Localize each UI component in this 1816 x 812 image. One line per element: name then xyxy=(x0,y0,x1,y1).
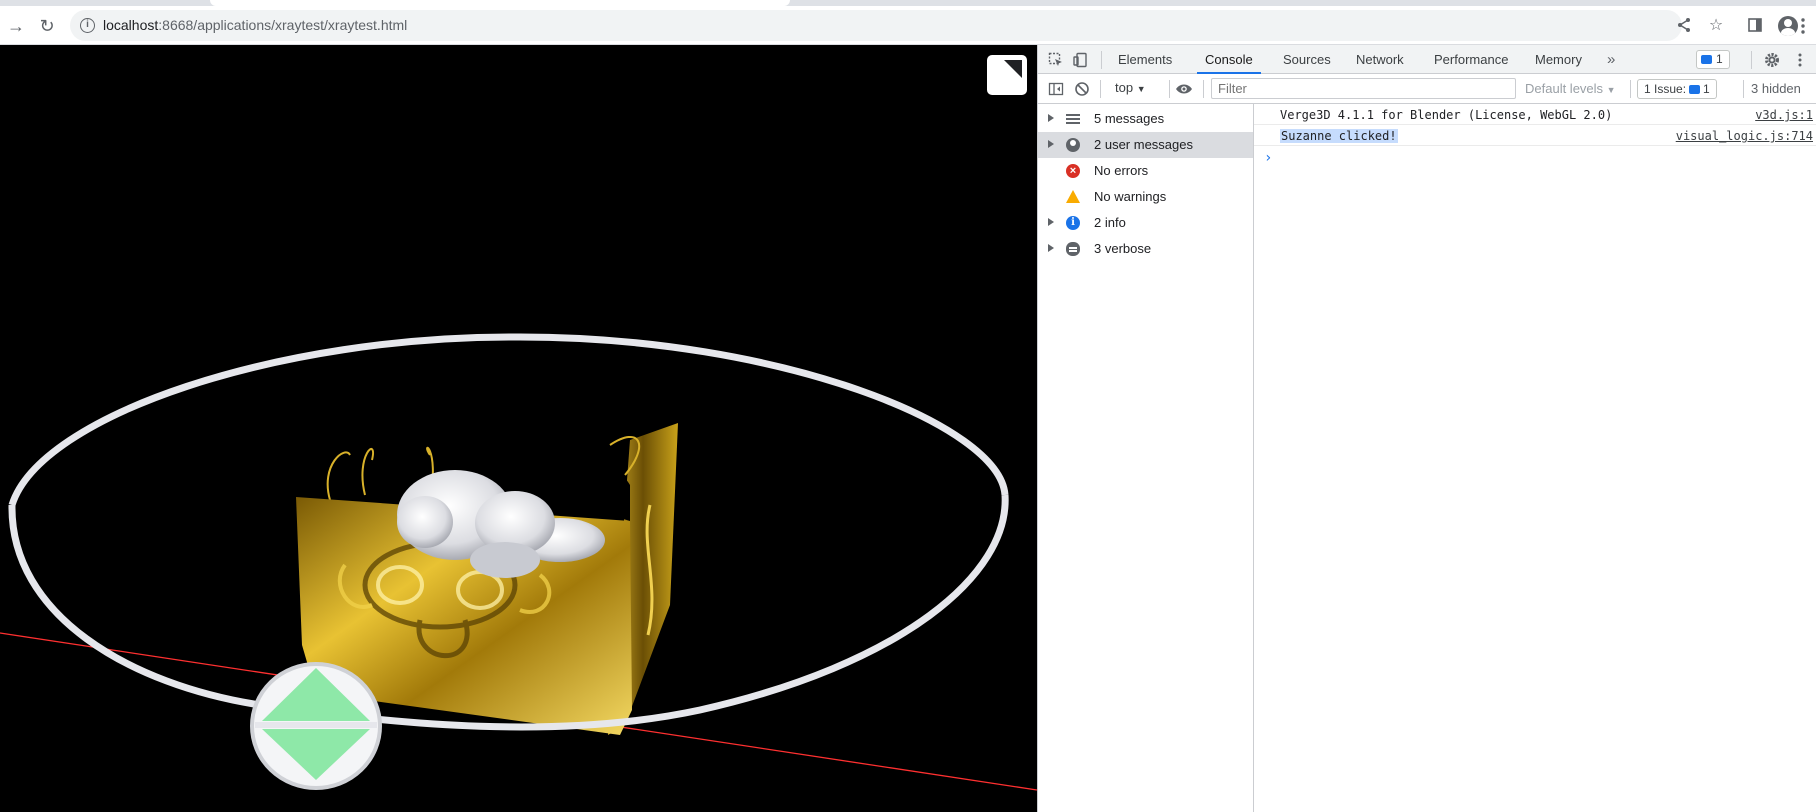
gizmo-handle[interactable] xyxy=(250,662,382,790)
tab-elements[interactable]: Elements xyxy=(1110,45,1180,74)
sidebar-item-label: 2 user messages xyxy=(1094,137,1193,152)
caret-down-icon: ▼ xyxy=(1606,85,1616,95)
sidebar-item-label: No warnings xyxy=(1094,189,1167,204)
hidden-messages-count: 3 hidden xyxy=(1751,81,1801,96)
filter-separator xyxy=(1169,80,1170,98)
log-levels-label: Default levels xyxy=(1525,81,1604,96)
expand-arrow-icon[interactable] xyxy=(1048,114,1054,122)
chat-icon xyxy=(1701,55,1712,64)
expand-arrow-icon[interactable] xyxy=(1048,218,1054,226)
side-panel-icon[interactable] xyxy=(1744,14,1766,36)
filter-separator xyxy=(1743,80,1744,98)
more-tabs-chevron-icon[interactable]: » xyxy=(1599,45,1623,74)
console-log-row: Suzanne clicked! visual_logic.js:714 xyxy=(1254,125,1816,146)
tab-separator xyxy=(1751,51,1752,69)
warning-icon xyxy=(1066,190,1080,203)
console-filter-bar: top ▼ Default levels ▼ 1 Issue: 1 3 hidde… xyxy=(1038,74,1816,104)
tab-network[interactable]: Network xyxy=(1348,45,1412,74)
tab-memory[interactable]: Memory xyxy=(1527,45,1590,74)
bug-icon xyxy=(1066,242,1080,256)
reload-icon[interactable]: ↻ xyxy=(35,14,59,38)
tab-sources[interactable]: Sources xyxy=(1275,45,1339,74)
context-value: top xyxy=(1115,80,1134,95)
scene-render[interactable] xyxy=(0,45,1037,812)
info-icon: i xyxy=(1066,216,1080,230)
messages-count: 1 xyxy=(1716,52,1723,66)
log-message[interactable]: Suzanne clicked! xyxy=(1280,129,1398,143)
sidebar-item-info[interactable]: i 2 info xyxy=(1038,210,1253,236)
sidebar-item-label: 5 messages xyxy=(1094,111,1165,126)
log-source-link[interactable]: v3d.js:1 xyxy=(1755,108,1813,122)
user-icon xyxy=(1066,138,1080,152)
messages-badge[interactable]: 1 xyxy=(1696,50,1730,69)
console-log-row: Verge3D 4.1.1 for Blender (License, WebG… xyxy=(1254,104,1816,125)
rotation-ring-back xyxy=(8,333,1009,507)
site-info-icon[interactable]: i xyxy=(80,18,95,33)
sidebar-item-user-messages[interactable]: 2 user messages xyxy=(1038,132,1253,158)
tab-separator xyxy=(1101,51,1102,69)
tab-console[interactable]: Console xyxy=(1197,45,1261,74)
settings-gear-icon[interactable] xyxy=(1762,50,1782,70)
sidebar-toggle-icon[interactable] xyxy=(1046,79,1066,99)
devtools-menu-icon[interactable] xyxy=(1790,50,1810,70)
webgl-viewport[interactable] xyxy=(0,45,1037,812)
console-sidebar: 5 messages 2 user messages × No errors N… xyxy=(1038,104,1254,812)
url-host: localhost xyxy=(103,17,159,33)
sidebar-item-label: No errors xyxy=(1094,163,1149,178)
expand-arrow-icon[interactable] xyxy=(1048,140,1054,148)
caret-down-icon: ▼ xyxy=(1136,84,1146,94)
console-prompt-icon[interactable]: › xyxy=(1264,150,1272,166)
issues-count: 1 xyxy=(1703,82,1710,96)
address-bar[interactable]: i localhost:8668/applications/xraytest/x… xyxy=(70,10,1682,41)
expand-arrow-icon[interactable] xyxy=(1048,244,1054,252)
fullscreen-button[interactable] xyxy=(987,55,1027,95)
sidebar-item-warnings[interactable]: No warnings xyxy=(1038,184,1253,210)
sidebar-item-verbose[interactable]: 3 verbose xyxy=(1038,236,1253,262)
sidebar-item-errors[interactable]: × No errors xyxy=(1038,158,1253,184)
list-icon xyxy=(1066,114,1080,124)
issues-button[interactable]: 1 Issue: 1 xyxy=(1637,79,1717,99)
kebab-menu-icon[interactable] xyxy=(1800,16,1806,36)
chat-icon xyxy=(1689,85,1701,94)
url-text[interactable]: localhost:8668/applications/xraytest/xra… xyxy=(103,17,407,33)
sidebar-item-label: 2 info xyxy=(1094,215,1126,230)
filter-separator xyxy=(1630,80,1631,98)
issues-label: 1 Issue: xyxy=(1644,82,1687,96)
sidebar-item-messages[interactable]: 5 messages xyxy=(1038,106,1253,132)
share-icon[interactable] xyxy=(1673,14,1695,36)
tab-performance[interactable]: Performance xyxy=(1426,45,1516,74)
error-icon: × xyxy=(1066,164,1080,178)
clear-console-icon[interactable] xyxy=(1072,79,1092,99)
context-select[interactable]: top ▼ xyxy=(1115,80,1146,95)
log-levels-dropdown[interactable]: Default levels ▼ xyxy=(1525,81,1616,96)
console-filter-input[interactable] xyxy=(1211,78,1516,99)
device-toolbar-icon[interactable] xyxy=(1071,50,1091,70)
forward-arrow-icon[interactable]: → xyxy=(4,14,28,38)
browser-toolbar: → ↻ i localhost:8668/applications/xrayte… xyxy=(0,6,1816,45)
log-message[interactable]: Verge3D 4.1.1 for Blender (License, WebG… xyxy=(1280,108,1612,122)
url-path: :8668/applications/xraytest/xraytest.htm… xyxy=(158,17,408,33)
sidebar-item-label: 3 verbose xyxy=(1094,241,1152,256)
filter-separator xyxy=(1100,80,1101,98)
log-source-link[interactable]: visual_logic.js:714 xyxy=(1676,129,1813,143)
console-output[interactable]: Verge3D 4.1.1 for Blender (License, WebG… xyxy=(1254,104,1816,812)
inspect-element-icon[interactable] xyxy=(1046,50,1066,70)
live-expression-eye-icon[interactable] xyxy=(1174,79,1194,99)
devtools-panel: Elements Console Sources Network Perform… xyxy=(1037,45,1816,812)
profile-avatar[interactable] xyxy=(1778,16,1798,36)
devtools-tabbar: Elements Console Sources Network Perform… xyxy=(1038,45,1816,74)
bookmark-star-icon[interactable]: ☆ xyxy=(1705,14,1727,36)
filter-separator xyxy=(1203,80,1204,98)
